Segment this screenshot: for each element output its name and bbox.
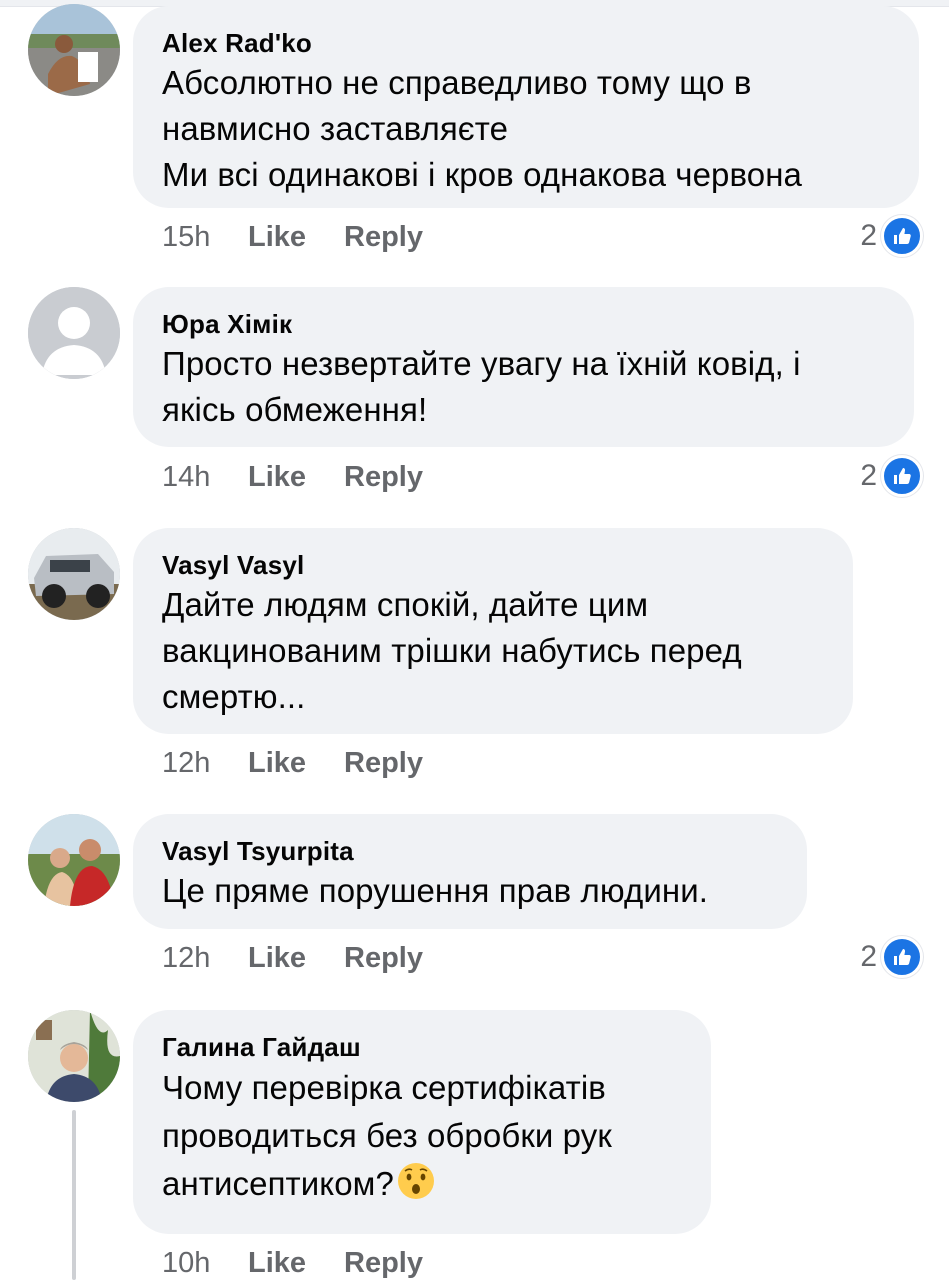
- avatar[interactable]: [28, 287, 120, 379]
- comment-time[interactable]: 15h: [162, 217, 248, 257]
- comment-author[interactable]: Alex Rad'ko: [162, 26, 891, 60]
- avatar-photo: [28, 1010, 120, 1102]
- comment-time[interactable]: 12h: [162, 743, 248, 783]
- avatar-photo: [28, 814, 120, 906]
- like-button[interactable]: Like: [248, 938, 344, 978]
- reaction-count-number: 2: [860, 940, 877, 973]
- comment-text: Абсолютно не справедливо тому що в навми…: [162, 64, 802, 193]
- comment-bubble[interactable]: Alex Rad'ko Абсолютно не справедливо том…: [133, 6, 919, 208]
- comment-actions: 15h Like Reply: [162, 217, 423, 257]
- reply-button[interactable]: Reply: [344, 938, 423, 978]
- reaction-count-number: 2: [860, 459, 877, 492]
- reply-button[interactable]: Reply: [344, 457, 423, 497]
- avatar-photo: [28, 528, 120, 620]
- reaction-count[interactable]: 2: [860, 455, 923, 497]
- avatar-photo: [28, 4, 120, 96]
- comment-text: Дайте людям спокій, дайте цим вакцинован…: [162, 586, 742, 715]
- comment-actions: 14h Like Reply: [162, 457, 423, 497]
- thumbs-up-icon: [881, 936, 923, 978]
- thumbs-up-icon: [881, 455, 923, 497]
- comment-actions: 12h Like Reply: [162, 938, 423, 978]
- comment-author[interactable]: Юра Хімік: [162, 307, 886, 341]
- comment-author[interactable]: Галина Гайдаш: [162, 1030, 683, 1064]
- comment-text: Просто незвертайте увагу на їхній ковід,…: [162, 345, 801, 428]
- comment-author[interactable]: Vasyl Tsyurpita: [162, 834, 779, 868]
- hushed-face-emoji: [396, 1161, 436, 1201]
- comment-bubble[interactable]: Vasyl Vasyl Дайте людям спокій, дайте ци…: [133, 528, 853, 734]
- reply-button[interactable]: Reply: [344, 217, 423, 257]
- reaction-count[interactable]: 2: [860, 936, 923, 978]
- avatar[interactable]: [28, 1010, 120, 1102]
- comment-bubble[interactable]: Юра Хімік Просто незвертайте увагу на їх…: [133, 287, 914, 447]
- reply-button[interactable]: Reply: [344, 1243, 423, 1283]
- comment-bubble[interactable]: Vasyl Tsyurpita Це пряме порушення прав …: [133, 814, 807, 929]
- like-button[interactable]: Like: [248, 743, 344, 783]
- comment-text: Це пряме порушення прав людини.: [162, 872, 709, 909]
- like-button[interactable]: Like: [248, 217, 344, 257]
- comment-time[interactable]: 10h: [162, 1243, 248, 1283]
- avatar[interactable]: [28, 4, 120, 96]
- comment-bubble[interactable]: Галина Гайдаш Чому перевірка сертифікаті…: [133, 1010, 711, 1234]
- reaction-count[interactable]: 2: [860, 215, 923, 257]
- comment-time[interactable]: 14h: [162, 457, 248, 497]
- comment-actions: 12h Like Reply: [162, 743, 423, 783]
- avatar[interactable]: [28, 814, 120, 906]
- reply-thread-line: [72, 1110, 76, 1280]
- reply-button[interactable]: Reply: [344, 743, 423, 783]
- like-button[interactable]: Like: [248, 1243, 344, 1283]
- reaction-count-number: 2: [860, 219, 877, 252]
- thumbs-up-icon: [881, 215, 923, 257]
- comment-text: Чому перевірка сертифікатів проводиться …: [162, 1064, 683, 1208]
- default-avatar-icon: [28, 287, 120, 379]
- comment-time[interactable]: 12h: [162, 938, 248, 978]
- avatar[interactable]: [28, 528, 120, 620]
- comment-actions: 10h Like Reply: [162, 1243, 423, 1283]
- comment-author[interactable]: Vasyl Vasyl: [162, 548, 825, 582]
- like-button[interactable]: Like: [248, 457, 344, 497]
- comment-text-content: Чому перевірка сертифікатів проводиться …: [162, 1069, 612, 1202]
